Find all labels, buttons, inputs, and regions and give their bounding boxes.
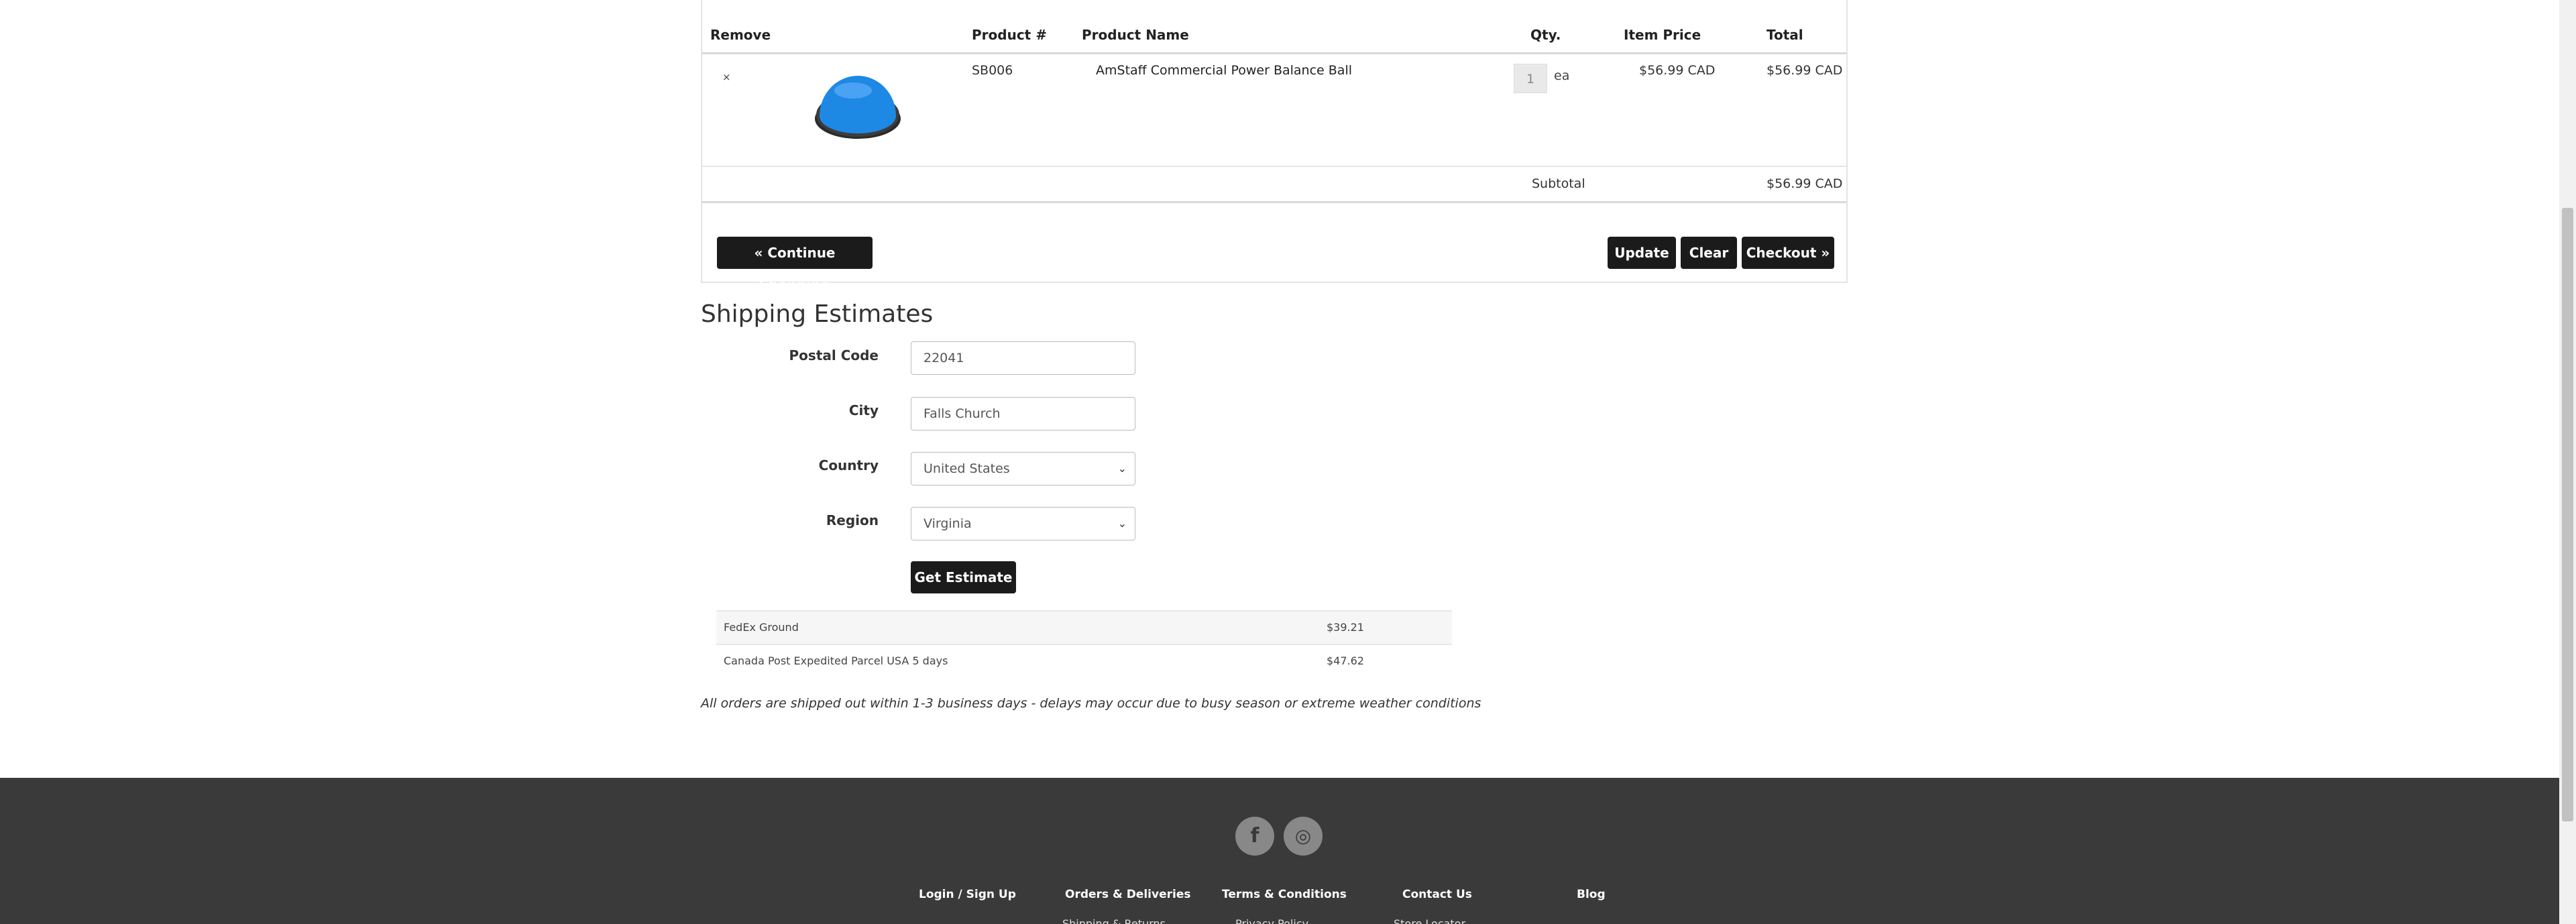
chevron-down-icon: ⌄ — [1117, 462, 1127, 475]
footer — [0, 778, 2559, 924]
product-name[interactable]: AmStaff Commercial Power Balance Ball — [1096, 63, 1352, 78]
page: Remove Product # Product Name Qty. Item … — [0, 0, 2559, 924]
quantity-unit: ea — [1554, 68, 1570, 83]
footer-link-store-locator[interactable]: Store Locator — [1394, 917, 1465, 924]
get-estimate-button[interactable]: Get Estimate — [911, 561, 1016, 593]
postal-code-input[interactable]: 22041 — [911, 341, 1135, 375]
country-select[interactable]: United States ⌄ — [911, 452, 1135, 485]
city-input[interactable]: Falls Church — [911, 397, 1135, 430]
rate-price: $39.21 — [1327, 621, 1364, 634]
rate-row: FedEx Ground $39.21 — [716, 610, 1452, 644]
clear-button[interactable]: Clear — [1681, 237, 1737, 269]
header-divider — [702, 52, 1846, 54]
checkout-button[interactable]: Checkout » — [1742, 237, 1834, 269]
footer-link-orders[interactable]: Orders & Deliveries — [1065, 888, 1190, 901]
footer-link-blog[interactable]: Blog — [1577, 888, 1606, 901]
footer-link-login[interactable]: Login / Sign Up — [919, 888, 1016, 901]
facebook-icon[interactable]: f — [1235, 817, 1274, 856]
shipping-rates-table: FedEx Ground $39.21 Canada Post Expedite… — [716, 610, 1452, 677]
row-divider — [702, 166, 1846, 167]
rate-name: Canada Post Expedited Parcel USA 5 days — [724, 654, 948, 667]
country-selected-value: United States — [923, 461, 1010, 476]
subtotal-divider — [702, 201, 1846, 203]
footer-link-contact[interactable]: Contact Us — [1402, 888, 1472, 901]
vertical-scrollbar[interactable] — [2559, 0, 2576, 924]
product-number: SB006 — [972, 63, 1013, 78]
city-label: City — [848, 402, 879, 418]
continue-shopping-button[interactable]: « Continue Shopping — [717, 237, 873, 293]
region-selected-value: Virginia — [923, 516, 972, 531]
quantity-input[interactable]: 1 — [1514, 64, 1547, 93]
rate-row: Canada Post Expedited Parcel USA 5 days … — [716, 644, 1452, 677]
item-total: $56.99 CAD — [1767, 63, 1843, 78]
header-product-name: Product Name — [1082, 27, 1189, 43]
rate-price: $47.62 — [1327, 654, 1364, 667]
item-price: $56.99 CAD — [1639, 63, 1716, 78]
chevron-down-icon: ⌄ — [1117, 517, 1127, 530]
header-total: Total — [1767, 27, 1803, 43]
update-button[interactable]: Update — [1608, 237, 1676, 269]
region-label: Region — [826, 512, 879, 528]
footer-link-terms[interactable]: Terms & Conditions — [1222, 888, 1347, 901]
header-item-price: Item Price — [1624, 27, 1701, 43]
footer-link-privacy[interactable]: Privacy Policy — [1235, 917, 1308, 924]
subtotal-label: Subtotal — [1532, 176, 1585, 191]
region-select[interactable]: Virginia ⌄ — [911, 507, 1135, 540]
country-label: Country — [818, 457, 879, 473]
cart-table: Remove Product # Product Name Qty. Item … — [701, 0, 1848, 293]
scrollbar-thumb[interactable] — [2562, 208, 2573, 821]
footer-link-shipping-returns[interactable]: Shipping & Returns — [1062, 917, 1166, 924]
subtotal-value: $56.99 CAD — [1767, 176, 1843, 191]
header-product-number: Product # — [972, 27, 1047, 43]
postal-code-label: Postal Code — [789, 347, 879, 363]
header-qty: Qty. — [1530, 27, 1561, 43]
product-image[interactable] — [813, 70, 903, 141]
shipping-note: All orders are shipped out within 1-3 bu… — [701, 696, 1481, 711]
rate-name: FedEx Ground — [724, 621, 799, 634]
header-remove: Remove — [710, 27, 771, 43]
remove-item-icon[interactable]: × — [722, 71, 731, 83]
instagram-icon[interactable]: ◎ — [1284, 817, 1323, 856]
shipping-estimates-title: Shipping Estimates — [701, 300, 934, 328]
